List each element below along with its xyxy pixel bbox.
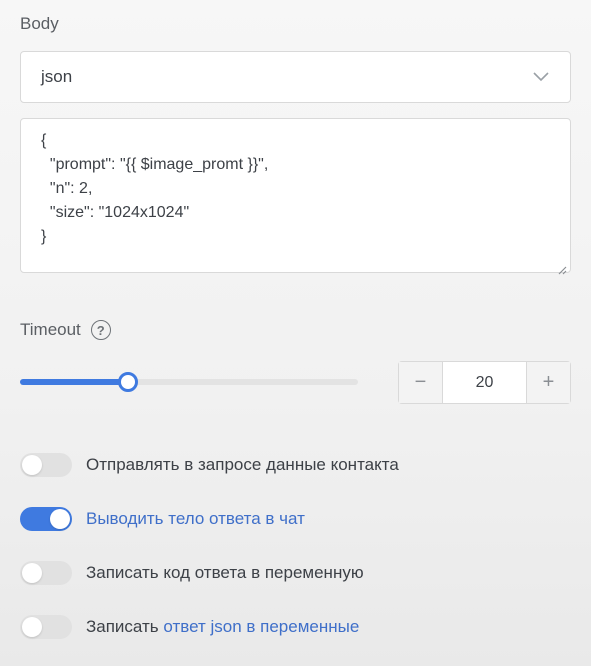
save-response-code-label: Записать код ответа в переменную — [86, 563, 364, 582]
resize-grip-icon[interactable] — [557, 259, 567, 275]
send-contact-toggle[interactable] — [20, 453, 72, 477]
chevron-down-icon — [532, 68, 550, 86]
code-line: { — [41, 132, 47, 149]
code-line: "prompt": "{{ $image_promt }}", — [41, 156, 269, 173]
code-line: } — [41, 228, 47, 245]
toggle-knob — [22, 617, 42, 637]
increment-button[interactable]: + — [526, 362, 570, 403]
output-body-label: Выводить тело ответа в чат — [86, 509, 305, 528]
send-contact-label: Отправлять в запросе данные контакта — [86, 455, 399, 474]
save-json-label-prefix: Записать — [86, 617, 164, 636]
toggle-row-send-contact: Отправлять в запросе данные контакта — [20, 453, 399, 477]
body-section-label: Body — [20, 14, 59, 33]
toggle-row-save-json: Записать ответ json в переменные — [20, 615, 359, 639]
output-body-toggle[interactable] — [20, 507, 72, 531]
toggle-row-save-code: Записать код ответа в переменную — [20, 561, 364, 585]
slider-handle[interactable] — [118, 372, 139, 392]
toggle-knob — [22, 563, 42, 583]
code-line: "n": 2, — [41, 180, 93, 197]
toggle-knob — [22, 455, 42, 475]
save-json-label: Записать ответ json в переменные — [86, 617, 359, 637]
timeout-slider[interactable] — [20, 372, 358, 392]
timeout-label-group: Timeout ? — [20, 320, 111, 340]
toggle-row-output-body: Выводить тело ответа в чат — [20, 507, 305, 531]
toggle-knob — [50, 509, 70, 529]
help-icon[interactable]: ? — [90, 320, 111, 340]
body-format-value: json — [41, 67, 73, 86]
body-format-select[interactable]: json — [20, 51, 571, 103]
timeout-stepper: − 20 + — [398, 361, 571, 404]
timeout-label: Timeout — [20, 320, 81, 339]
save-json-toggle[interactable] — [20, 615, 72, 639]
timeout-value-input[interactable]: 20 — [443, 362, 526, 403]
slider-fill — [20, 379, 129, 385]
request-settings-panel: Body json { "prompt": "{{ $image_promt }… — [0, 0, 591, 666]
save-json-label-link[interactable]: ответ json в переменные — [163, 617, 359, 636]
body-json-editor[interactable]: { "prompt": "{{ $image_promt }}", "n": 2… — [20, 118, 571, 275]
save-response-code-toggle[interactable] — [20, 561, 72, 585]
code-line: "size": "1024x1024" — [41, 204, 190, 221]
decrement-button[interactable]: − — [399, 362, 443, 403]
